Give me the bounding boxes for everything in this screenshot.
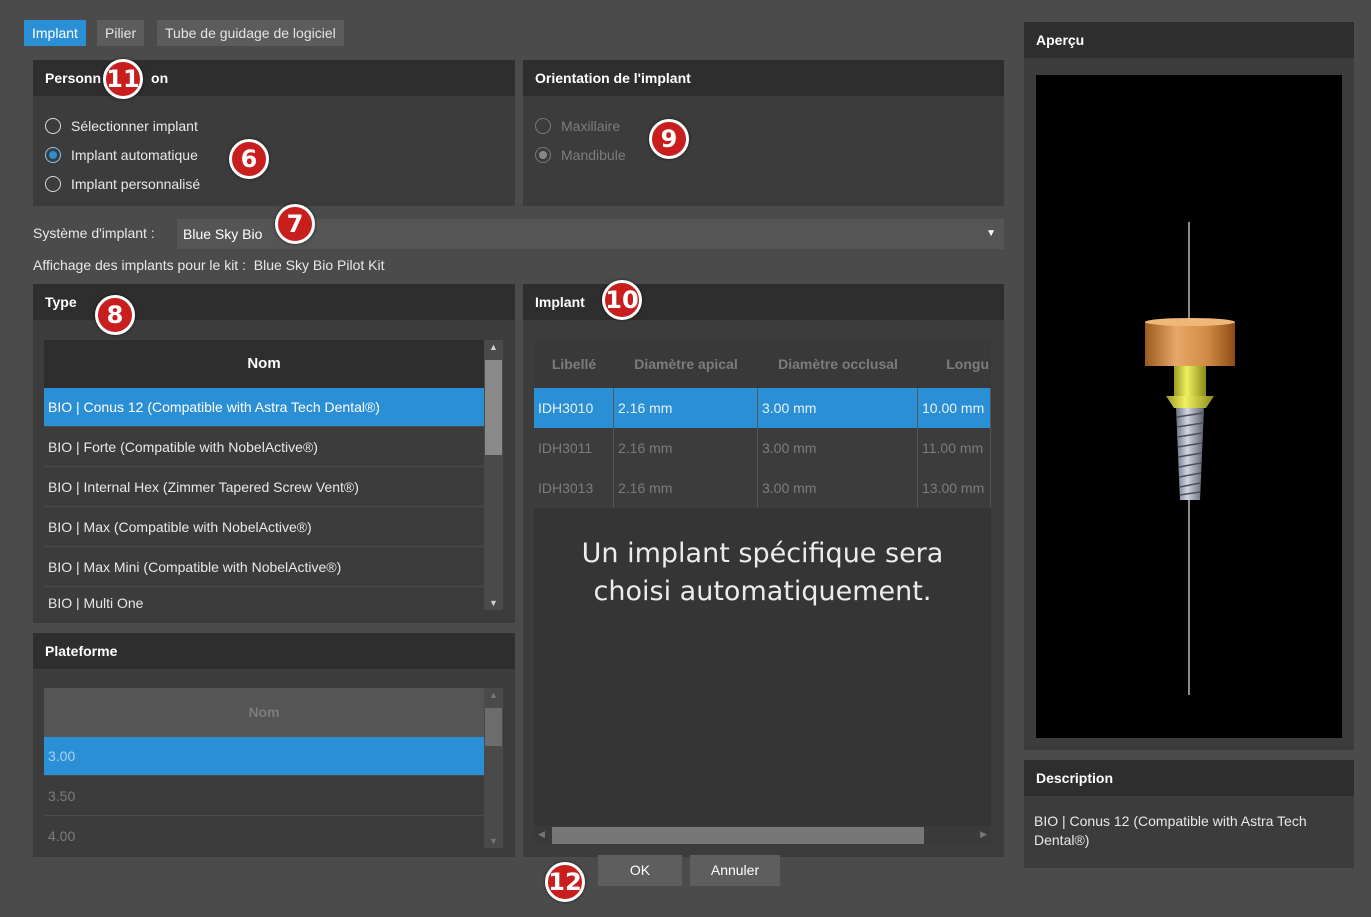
radio-custom-implant[interactable]: Implant personnalisé <box>45 176 200 192</box>
radio-circle[interactable] <box>45 176 61 192</box>
kit-info: Affichage des implants pour le kit : Blu… <box>33 257 385 273</box>
type-column-header[interactable]: Nom <box>44 340 484 388</box>
plateforme-panel: Plateforme Nom 3.00 3.50 4.00 ▲ ▼ <box>33 633 515 857</box>
radio-label: Implant automatique <box>71 147 198 163</box>
preview-panel: Aperçu <box>1024 22 1354 750</box>
radio-label: Mandibule <box>561 147 626 163</box>
type-row[interactable]: BIO | Multi One <box>44 588 484 610</box>
implant-hscrollbar[interactable]: ◀ ▶ <box>534 826 991 845</box>
orientation-panel: Orientation de l'implant Maxillaire Mand… <box>523 60 1004 206</box>
type-row[interactable]: BIO | Max Mini (Compatible with NobelAct… <box>44 548 484 587</box>
implant-cell[interactable]: 3.00 mm <box>758 468 918 508</box>
radio-circle[interactable] <box>535 147 551 163</box>
radio-circle[interactable] <box>45 147 61 163</box>
implant-title: Implant <box>523 284 1004 320</box>
implant-cell[interactable]: IDH3010 <box>534 388 614 428</box>
type-row[interactable]: BIO | Internal Hex (Zimmer Tapered Screw… <box>44 468 484 507</box>
scroll-up-icon[interactable]: ▲ <box>484 690 503 700</box>
callout-marker-7: 7 <box>275 204 315 244</box>
preview-title: Aperçu <box>1024 22 1354 58</box>
type-row[interactable]: BIO | Conus 12 (Compatible with Astra Te… <box>44 388 484 427</box>
tab-implant[interactable]: Implant <box>24 20 86 46</box>
callout-marker-12: 12 <box>545 862 585 902</box>
implant-col-label[interactable]: Libellé <box>534 340 614 388</box>
scroll-left-icon[interactable]: ◀ <box>538 829 545 840</box>
scroll-up-icon[interactable]: ▲ <box>484 342 503 352</box>
implant-col-length[interactable]: Longu <box>918 340 991 388</box>
implant-cell[interactable]: IDH3013 <box>534 468 614 508</box>
system-select-value: Blue Sky Bio <box>183 226 263 242</box>
scroll-down-icon[interactable]: ▼ <box>484 598 503 608</box>
system-label: Système d'implant : <box>33 225 155 241</box>
implant-cell[interactable]: 3.00 mm <box>758 388 918 428</box>
type-row[interactable]: BIO | Forte (Compatible with NobelActive… <box>44 428 484 467</box>
scroll-thumb[interactable] <box>485 360 502 455</box>
callout-marker-6: 6 <box>229 139 269 179</box>
scroll-thumb[interactable] <box>552 827 924 844</box>
preview-viewport[interactable] <box>1036 75 1342 738</box>
scroll-thumb[interactable] <box>485 708 502 746</box>
chevron-down-icon: ▼ <box>986 228 996 239</box>
callout-marker-11: 11 <box>103 59 143 99</box>
tab-pilier[interactable]: Pilier <box>97 20 145 46</box>
orientation-title: Orientation de l'implant <box>523 60 1004 96</box>
radio-maxillaire[interactable]: Maxillaire <box>535 118 620 134</box>
radio-select-implant[interactable]: Sélectionner implant <box>45 118 198 134</box>
plateforme-row[interactable]: 4.00 <box>44 817 484 848</box>
cancel-button[interactable]: Annuler <box>690 855 780 886</box>
implant-cell[interactable]: 3.00 mm <box>758 428 918 468</box>
implant-col-apical[interactable]: Diamètre apical <box>614 340 758 388</box>
type-panel: Type Nom BIO | Conus 12 (Compatible with… <box>33 284 515 623</box>
type-row[interactable]: BIO | Max (Compatible with NobelActive®) <box>44 508 484 547</box>
implant-cell[interactable]: IDH3011 <box>534 428 614 468</box>
implant-cell[interactable]: 10.00 mm <box>918 388 991 428</box>
plateforme-column-header[interactable]: Nom <box>44 688 484 737</box>
description-text: BIO | Conus 12 (Compatible with Astra Te… <box>1034 813 1307 848</box>
plateforme-list: Nom 3.00 3.50 4.00 <box>44 688 484 848</box>
radio-circle[interactable] <box>45 118 61 134</box>
callout-marker-9: 9 <box>649 119 689 159</box>
implant-cell[interactable]: 2.16 mm <box>614 468 758 508</box>
description-panel: Description BIO | Conus 12 (Compatible w… <box>1024 760 1354 868</box>
type-list: Nom BIO | Conus 12 (Compatible with Astr… <box>44 340 484 610</box>
implant-col-occlusal[interactable]: Diamètre occlusal <box>758 340 918 388</box>
plateforme-scrollbar[interactable]: ▲ ▼ <box>484 688 503 848</box>
description-title: Description <box>1024 760 1354 796</box>
scroll-down-icon[interactable]: ▼ <box>484 836 503 846</box>
radio-label: Sélectionner implant <box>71 118 198 134</box>
radio-auto-implant[interactable]: Implant automatique <box>45 147 198 163</box>
ok-button[interactable]: OK <box>598 855 682 886</box>
auto-implant-message: Un implant spécifique sera choisi automa… <box>534 535 991 611</box>
plateforme-row[interactable]: 3.00 <box>44 737 484 776</box>
radio-mandibule[interactable]: Mandibule <box>535 147 626 163</box>
implant-3d-icon <box>1145 222 1235 695</box>
plateforme-row[interactable]: 3.50 <box>44 777 484 816</box>
radio-label: Maxillaire <box>561 118 621 134</box>
implant-cell[interactable]: 2.16 mm <box>614 428 758 468</box>
callout-marker-8: 8 <box>95 295 135 335</box>
tab-guide-tube[interactable]: Tube de guidage de logiciel <box>157 20 344 46</box>
plateforme-title: Plateforme <box>33 633 515 669</box>
implant-cell[interactable]: 11.00 mm <box>918 428 991 468</box>
message-line: Un implant spécifique sera <box>581 538 944 569</box>
radio-circle[interactable] <box>535 118 551 134</box>
message-line: choisi automatiquement. <box>593 576 932 607</box>
scroll-right-icon[interactable]: ▶ <box>980 829 987 840</box>
implant-cell[interactable]: 13.00 mm <box>918 468 991 508</box>
type-scrollbar[interactable]: ▲ ▼ <box>484 340 503 610</box>
callout-marker-10: 10 <box>602 280 642 320</box>
implant-cell[interactable]: 2.16 mm <box>614 388 758 428</box>
radio-label: Implant personnalisé <box>71 176 201 192</box>
